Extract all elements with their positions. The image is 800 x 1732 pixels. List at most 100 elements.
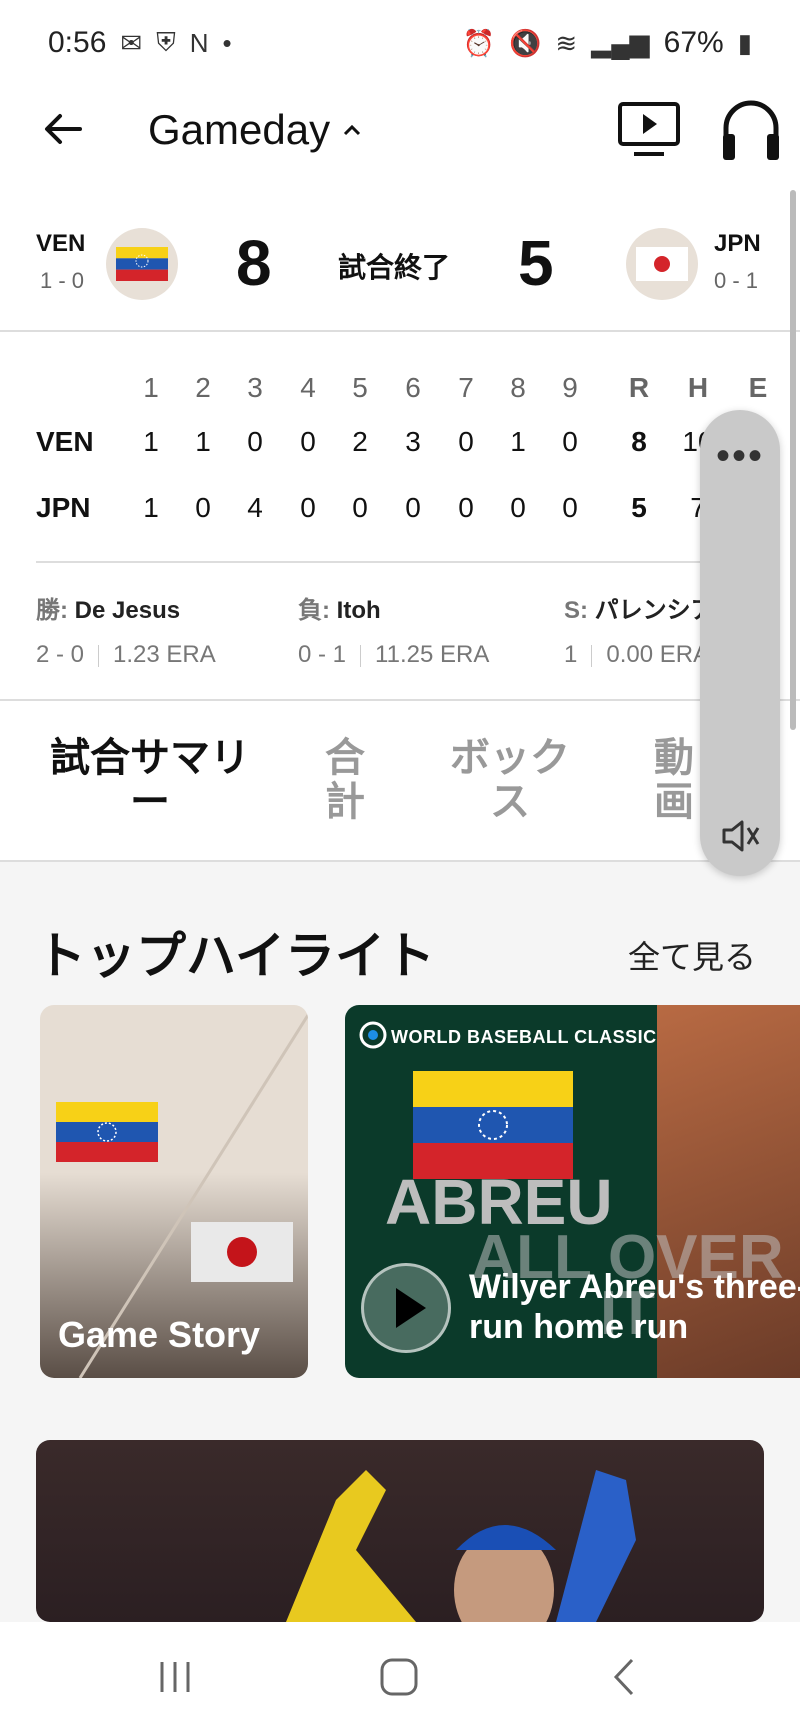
mute-icon: 🔇 [509,27,542,58]
video-highlight-card[interactable]: WORLD BASEBALL CLASSIC ABREU ALL OVER IT… [345,1005,800,1378]
pitcher-name: パレンシア [594,597,715,624]
pitcher-role: S: [564,597,588,624]
pitcher-record: 0 - 1 [298,641,347,668]
top-highlights-section: トップハイライト 全て見る Game Story WORLD BASEBALL … [0,862,800,1622]
scrollbar[interactable] [790,190,796,730]
tab-game-summary[interactable]: 試合サマリー [40,736,260,824]
pitcher-era: 11.25 ERA [375,641,490,668]
wbc-logo-icon [359,1021,387,1049]
pitcher-name: De Jesus [74,597,181,624]
headphones-icon[interactable] [718,94,784,164]
shield-icon: ⛨ [156,27,176,57]
wbc-brand-label: WORLD BASEBALL CLASSIC [391,1027,657,1047]
play-icon [396,1288,426,1328]
total-runs: 8 [631,426,647,457]
featured-photo-card[interactable] [36,1440,764,1622]
linescore-row-away: VEN 1 1 0 0 2 3 0 1 0 8 10 [0,426,800,476]
inning-header: 9 [562,372,578,403]
winning-pitcher[interactable]: 勝: De Jesus 2 - 0 1.23 ERA [36,590,216,669]
linescore-team: JPN [36,492,91,523]
errors-header: E [748,372,768,403]
runs-header: R [628,372,650,403]
play-button[interactable] [361,1263,451,1353]
home-icon[interactable] [374,1652,424,1702]
away-team-record: 1 - 0 [40,268,85,293]
inning-runs: 3 [405,426,421,457]
inning-runs: 0 [247,426,263,457]
back-arrow-icon[interactable] [38,104,88,154]
system-nav-bar [0,1622,800,1732]
inning-runs: 0 [195,492,211,523]
notification-dot-icon: • [222,27,232,58]
inning-runs: 0 [300,426,316,457]
recent-apps-icon[interactable] [150,1652,200,1702]
game-tabs: 試合サマリー 合計 ボックス 動画 [0,702,800,860]
video-title-line: run home run [469,1308,689,1346]
pitchers-summary: 勝: De Jesus 2 - 0 1.23 ERA 負: Itoh 0 - 1 1… [0,590,800,700]
hits-header: H [687,372,709,403]
inning-header: 5 [352,372,368,403]
inning-header: 7 [458,372,474,403]
pitcher-role: 負: [298,597,330,624]
inning-header: 4 [300,372,316,403]
inning-runs: 0 [510,492,526,523]
total-runs: 5 [631,492,647,523]
venezuela-flag-icon [413,1071,573,1179]
section-title: トップハイライト [36,928,435,984]
inning-header: 1 [143,372,159,403]
inning-runs: 0 [458,492,474,523]
venezuela-flag-icon [106,228,178,300]
home-score: 5 [518,227,554,299]
tv-play-icon[interactable] [616,96,682,162]
inning-runs: 0 [405,492,421,523]
save-pitcher[interactable]: S: パレンシア 1 0.00 ERA [564,590,715,669]
pitcher-name: Itoh [336,597,381,624]
inning-header: 8 [510,372,526,403]
app-bar: Gameday [0,86,800,206]
floating-media-control[interactable]: ••• [700,410,780,876]
pitcher-record: 2 - 0 [36,641,85,668]
battery-icon: ▮ [737,27,752,58]
battery-percent: 67% [663,26,724,59]
gmail-icon: ✉ [120,27,143,58]
inning-runs: 0 [562,492,578,523]
status-bar: 0:56 ✉ ⛨ N • ⏰ 🔇 ≋ ▂▄▆ 67% ▮ [0,0,800,86]
tab-videos[interactable]: 動画 [652,736,696,824]
inning-runs: 1 [195,426,211,457]
inning-runs: 0 [458,426,474,457]
more-options-icon[interactable]: ••• [700,434,780,479]
muted-speaker-icon[interactable] [718,814,762,858]
losing-pitcher[interactable]: 負: Itoh 0 - 1 11.25 ERA [298,590,489,669]
away-score: 8 [236,227,272,299]
inning-header: 3 [247,372,263,403]
inning-runs: 4 [247,492,263,523]
wifi-icon: ≋ [555,27,578,58]
n-app-icon: N [189,27,209,58]
gameday-dropdown[interactable]: Gameday [148,106,364,154]
inning-runs: 1 [143,426,159,457]
inning-runs: 1 [510,426,526,457]
divider [0,699,800,701]
inning-runs: 1 [143,492,159,523]
inning-runs: 0 [562,426,578,457]
inning-runs: 0 [300,492,316,523]
inning-header: 6 [405,372,421,403]
card-title: Game Story [58,1314,261,1355]
back-icon[interactable] [600,1652,650,1702]
score-header: VEN 1 - 0 8 試合終了 5 JPN 0 - 1 [0,206,800,332]
game-status: 試合終了 [338,252,451,283]
inning-header: 2 [195,372,211,403]
player-celebration-photo [286,1470,636,1622]
away-team-abbr: VEN [36,230,86,257]
linescore-header: 1 2 3 4 5 6 7 8 9 R H E [0,372,800,422]
inning-runs: 2 [352,426,368,457]
tab-box-score[interactable]: ボックス [445,736,575,824]
alarm-icon: ⏰ [462,27,496,58]
see-all-link[interactable]: 全て見る [628,932,756,978]
linescore-row-home: JPN 1 0 4 0 0 0 0 0 0 5 7 [0,492,800,542]
signal-icon: ▂▄▆ [591,27,650,58]
home-team-abbr: JPN [714,230,761,257]
pitcher-role: 勝: [36,597,68,624]
game-story-card[interactable]: Game Story [40,1005,308,1378]
tab-totals[interactable]: 合計 [322,736,368,824]
